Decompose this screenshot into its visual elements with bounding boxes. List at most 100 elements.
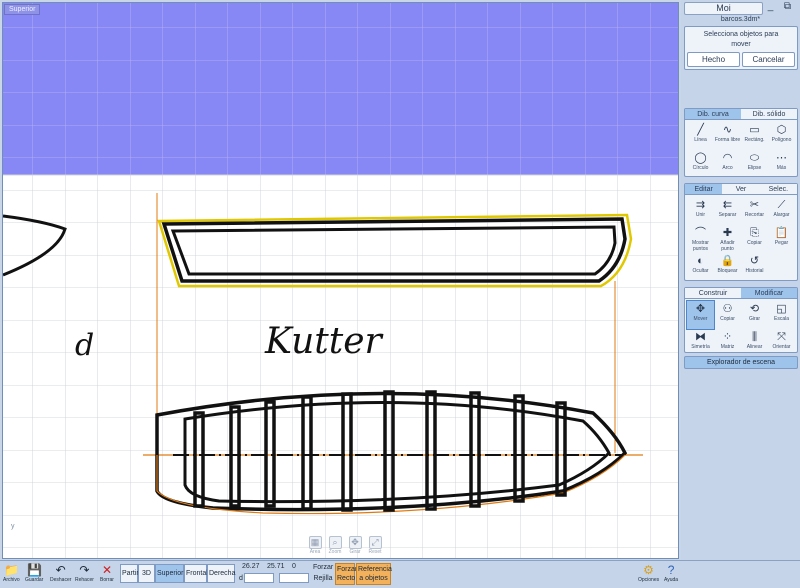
tool-label: Forma libre bbox=[714, 137, 741, 143]
minimize-button[interactable]: _ bbox=[765, 1, 776, 13]
tool-label: Rectáng. bbox=[744, 137, 765, 143]
view-right-button[interactable]: Derecha bbox=[207, 564, 235, 583]
view-split-button[interactable]: Partir bbox=[120, 564, 139, 583]
separate-icon: ⇇ bbox=[722, 199, 733, 211]
add-point-icon: ✚ bbox=[722, 227, 733, 239]
save-button[interactable]: 💾 Guardar bbox=[25, 563, 43, 584]
object-snap-toggle[interactable]: Referencia a objetos bbox=[356, 563, 392, 585]
cancel-button[interactable]: Cancelar bbox=[742, 52, 795, 67]
tool-label: Línea bbox=[694, 137, 707, 143]
tool-label: Pegar bbox=[774, 240, 789, 246]
save-icon: 💾 bbox=[27, 563, 43, 577]
tool-label: Girar bbox=[748, 316, 761, 322]
polygon-tool[interactable]: ⬡ Polígono bbox=[768, 122, 795, 150]
distance-label: d bbox=[239, 575, 243, 582]
view-top-button[interactable]: Superior bbox=[155, 564, 184, 583]
orient-tool[interactable]: ⤧ Orientar bbox=[768, 329, 795, 357]
redo-button[interactable]: ↷ Rehacer bbox=[75, 563, 94, 584]
redo-icon: ↷ bbox=[79, 563, 90, 577]
distance-input[interactable] bbox=[244, 573, 274, 583]
help-button[interactable]: ? Ayuda bbox=[664, 563, 678, 584]
axis-label: y bbox=[11, 523, 15, 530]
lock-tool[interactable]: 🔒 Bloquear bbox=[714, 253, 741, 281]
annotation-d: d bbox=[75, 328, 94, 363]
draw-tools: ╱ Línea ∿ Forma libre ▭ Rectáng. ⬡ Polígono ◯ Cír… bbox=[687, 122, 795, 178]
ellipse-tool[interactable]: ⬭ Elipse bbox=[741, 150, 768, 178]
paste-icon: 📋 bbox=[774, 227, 789, 239]
align-tool[interactable]: ⫼ Alinear bbox=[741, 329, 768, 357]
done-button[interactable]: Hecho bbox=[687, 52, 740, 67]
viewport-title[interactable]: Superior bbox=[4, 4, 41, 15]
show-points-tool[interactable]: ⌒ Mostrar puntos bbox=[687, 225, 714, 253]
rectangle-tool[interactable]: ▭ Rectáng. bbox=[741, 122, 768, 150]
rotate-tool[interactable]: ⟲ Girar bbox=[741, 301, 768, 329]
more-tool[interactable]: ⋯ Más bbox=[768, 150, 795, 178]
tab-select[interactable]: Selec. bbox=[759, 184, 797, 195]
history-tool[interactable]: ↺ Historial bbox=[741, 253, 768, 281]
sky-grid bbox=[3, 3, 678, 175]
trim-tool[interactable]: ✂ Recortar bbox=[741, 197, 768, 225]
arc-tool[interactable]: ◠ Arco bbox=[714, 150, 741, 178]
mirror-tool[interactable]: ⧓ Simetría bbox=[687, 329, 714, 357]
restore-button[interactable]: ⧉ bbox=[782, 1, 793, 13]
move-tool[interactable]: ✥ Mover bbox=[686, 300, 715, 330]
snap-straight-toggle[interactable]: Forzar Recto bbox=[335, 563, 357, 585]
lock-icon: 🔒 bbox=[720, 255, 735, 267]
pan-tool[interactable]: ▦ Área bbox=[307, 536, 323, 555]
tab-construct[interactable]: Construir bbox=[685, 288, 741, 299]
join-icon: ⇉ bbox=[695, 199, 706, 211]
line-icon: ╱ bbox=[697, 124, 704, 136]
circle-tool[interactable]: ◯ Círculo bbox=[687, 150, 714, 178]
tool-label: Copiar bbox=[747, 240, 762, 246]
line-tool[interactable]: ╱ Línea bbox=[687, 122, 714, 150]
tab-modify[interactable]: Modificar bbox=[741, 288, 797, 299]
tab-edit[interactable]: Editar bbox=[685, 184, 723, 195]
scale-tool[interactable]: ◱ Escala bbox=[768, 301, 795, 329]
snap-grid-toggle[interactable]: Rejilla bbox=[313, 574, 333, 583]
view-front-button[interactable]: Frontal bbox=[184, 564, 208, 583]
tool-label: Polígono bbox=[771, 137, 792, 143]
zoom-tool[interactable]: ⌕ Zoom bbox=[327, 536, 343, 555]
edit-tools: ⇉ Unir ⇇ Separar ✂ Recortar ⟋ Alargar ⌒ Mostrar p… bbox=[687, 197, 795, 281]
tab-draw-curve[interactable]: Dib. curva bbox=[685, 109, 741, 120]
help-icon: ? bbox=[667, 563, 675, 577]
hide-tool[interactable]: ◐ Ocultar bbox=[687, 253, 714, 281]
bottom-toolbar: 📁 Archivo 💾 Guardar ↶ Deshacer ↷ Rehacer ✕ Bo… bbox=[0, 560, 800, 588]
add-point-tool[interactable]: ✚ Añadir punto bbox=[714, 225, 741, 253]
extend-tool[interactable]: ⟋ Alargar bbox=[768, 197, 795, 225]
tool-label: Matriz bbox=[720, 344, 735, 350]
angle-input[interactable] bbox=[279, 573, 309, 583]
undo-button[interactable]: ↶ Deshacer bbox=[50, 563, 71, 584]
viewport-canvas[interactable]: d Kutter bbox=[3, 3, 679, 559]
separate-tool[interactable]: ⇇ Separar bbox=[714, 197, 741, 225]
scene-browser-button[interactable]: Explorador de escena bbox=[684, 356, 798, 369]
extend-icon: ⟋ bbox=[777, 199, 786, 211]
orbit-icon: ✥ bbox=[348, 536, 362, 549]
tab-view[interactable]: Ver bbox=[722, 184, 760, 195]
delete-button[interactable]: ✕ Borrar bbox=[100, 563, 114, 584]
top-viewport[interactable]: d Kutter Superior y ▦ Área ⌕ Zoom ✥ Girar ⤢… bbox=[2, 2, 679, 559]
view-3d-button[interactable]: 3D bbox=[138, 564, 155, 583]
zoom-icon: ⌕ bbox=[328, 536, 342, 549]
tab-draw-solid[interactable]: Dib. sólido bbox=[741, 109, 797, 120]
circle-icon: ◯ bbox=[694, 152, 707, 164]
join-tool[interactable]: ⇉ Unir bbox=[687, 197, 714, 225]
trim-icon: ✂ bbox=[749, 199, 760, 211]
moi-app: d Kutter Superior y ▦ Área ⌕ Zoom ✥ Girar ⤢… bbox=[0, 0, 800, 588]
show-points-icon: ⌒ bbox=[695, 227, 706, 239]
file-menu-button[interactable]: 📁 Archivo bbox=[3, 563, 20, 584]
freeform-tool[interactable]: ∿ Forma libre bbox=[714, 122, 741, 150]
array-tool[interactable]: ⁘ Matriz bbox=[714, 329, 741, 357]
ellipse-icon: ⬭ bbox=[749, 152, 760, 164]
tool-label: Arco bbox=[722, 165, 733, 171]
scale-icon: ◱ bbox=[776, 303, 787, 315]
copy-tool[interactable]: ⎘ Copiar bbox=[741, 225, 768, 253]
options-button[interactable]: ⚙ Opciones bbox=[638, 563, 659, 584]
copy-transform-tool[interactable]: ⚇ Copiar bbox=[714, 301, 741, 329]
paste-tool[interactable]: 📋 Pegar bbox=[768, 225, 795, 253]
folder-icon: 📁 bbox=[4, 563, 20, 577]
window-controls: _ ⧉ ✕ bbox=[765, 1, 800, 13]
orbit-tool[interactable]: ✥ Girar bbox=[347, 536, 363, 555]
reset-tool[interactable]: ⤢ Reset bbox=[367, 536, 383, 555]
snap-forzar[interactable]: Forzar bbox=[313, 563, 333, 572]
